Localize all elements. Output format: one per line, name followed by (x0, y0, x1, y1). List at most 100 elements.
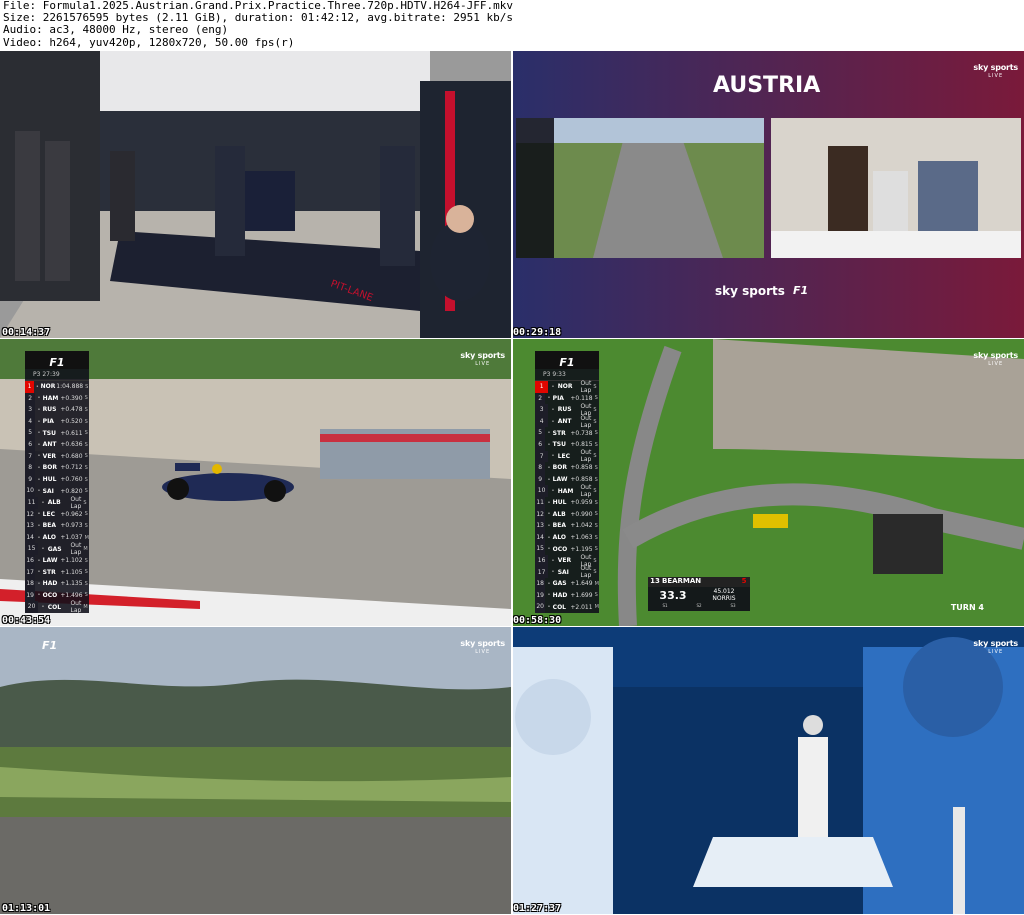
timing-row: 4 • PIA +0.520 S (25, 415, 89, 428)
team-logo-icon: • (547, 592, 551, 599)
tyre-compound: S (594, 546, 598, 553)
timing-driver-code: PIA (552, 394, 564, 402)
team-logo-icon: • (551, 488, 555, 495)
fia-tunnel-scene (513, 627, 1024, 914)
timing-driver-code: GAS (47, 545, 62, 553)
team-logo-icon: • (37, 418, 41, 425)
timing-driver-code: ALO (552, 534, 567, 542)
timing-gap: +0.962 (60, 510, 83, 518)
sky-sports-logo: sky sports LIVE (973, 351, 1018, 367)
tyre-compound: S (594, 430, 598, 437)
timing-row: 20 • COL Out Lap M (25, 600, 89, 614)
tyre-compound: S (84, 464, 88, 471)
timing-position: 11 (25, 496, 39, 509)
timing-gap: Out Lap (70, 495, 82, 510)
tyre-compound: M (594, 604, 599, 611)
tyre-compound: M (83, 604, 88, 611)
timing-position: 16 (25, 554, 36, 567)
tyre-compound: S (84, 406, 88, 413)
tyre-compound: S (84, 511, 88, 518)
timing-row: 14 • ALO +1.063 S (535, 531, 599, 544)
timing-row: 7 • VER +0.680 S (25, 450, 89, 463)
timing-position: 8 (25, 462, 36, 474)
onboard-panel: 13 BEARMAN 5 33.3 45.012 NORRIS S1 S2 S3 (648, 577, 750, 611)
timestamp: 00:14:37 (2, 327, 51, 338)
timing-driver-code: HAM (42, 394, 59, 402)
timing-row: 8 • BOR +0.858 S (535, 462, 599, 474)
timing-driver-code: BEA (552, 522, 566, 530)
tyre-compound: S (84, 453, 88, 460)
thumbnail-2: AUSTRIA sky sports F1 sky sports LIVE 00:… (513, 51, 1024, 338)
audio-line: Audio: ac3, 48000 Hz, stereo (eng) (3, 23, 229, 37)
tyre-compound: S (84, 430, 88, 437)
timing-position: 2 (535, 392, 546, 405)
timing-position: 7 (25, 450, 36, 463)
timing-gap: +0.820 (60, 487, 83, 495)
timing-gap: +0.636 (60, 441, 83, 449)
tyre-compound: S (594, 592, 598, 599)
timing-driver-code: TSU (42, 429, 56, 437)
team-logo-icon: • (37, 534, 41, 541)
timing-gap: +1.042 (570, 522, 593, 530)
timing-position: 15 (25, 543, 39, 555)
reference-time: 45.012 (713, 588, 735, 595)
timing-position: 4 (535, 415, 549, 428)
tyre-compound: S (84, 569, 88, 576)
timing-gap: +0.478 (60, 406, 83, 414)
landscape-scene (0, 627, 511, 914)
timing-row: 3 • RUS +0.478 S (25, 404, 89, 416)
timing-gap: +0.959 (570, 499, 593, 507)
timing-position: 13 (535, 520, 546, 532)
timestamp: 00:58:30 (513, 615, 562, 626)
timing-row: 5 • TSU +0.611 S (25, 427, 89, 439)
team-logo-icon: • (41, 546, 45, 553)
timing-row: 9 • HUL +0.760 S (25, 473, 89, 486)
timing-gap: +0.760 (60, 476, 83, 484)
tyre-compound: S (594, 499, 598, 506)
team-logo-icon: • (551, 383, 555, 390)
garage-scene: PIT-LANE (0, 51, 511, 338)
f1-logo: F1 (559, 356, 575, 369)
video-line: Video: h264, yuv420p, 1280x720, 50.00 fp… (3, 35, 295, 49)
tyre-compound: M (84, 534, 89, 541)
timing-position: 20 (535, 601, 546, 613)
tyre-compound: S (84, 592, 88, 599)
timing-row: 17 • STR +1.105 S (25, 566, 89, 579)
timing-driver-code: GAS (552, 580, 567, 588)
timing-driver-code: OCO (552, 545, 568, 553)
timing-driver-code: LEC (557, 452, 571, 460)
team-logo-icon: • (37, 464, 41, 471)
timing-position: 10 (535, 485, 549, 497)
team-logo-icon: • (547, 395, 551, 402)
austria-banner: AUSTRIA (713, 73, 821, 98)
team-logo-icon: • (547, 476, 551, 483)
team-logo-icon: • (547, 464, 551, 471)
team-logo-icon: • (551, 453, 555, 460)
timing-position: 3 (535, 404, 549, 416)
timing-driver-code: RUS (42, 406, 57, 414)
tyre-compound: S (85, 383, 89, 390)
turn-label: TURN 4 (950, 603, 984, 612)
team-logo-icon: • (41, 604, 45, 611)
tyre-compound: S (84, 418, 88, 425)
timing-gap: Out Lap (580, 565, 592, 580)
timing-position: 10 (25, 485, 36, 497)
timing-row: 18 • HAD +1.135 S (25, 578, 89, 590)
tyre-compound: S (593, 557, 597, 564)
timing-position: 12 (535, 508, 546, 521)
timing-driver-code: HAD (552, 591, 568, 599)
onboard-lap-time: 33.3 (659, 588, 687, 602)
team-logo-icon: • (37, 592, 41, 599)
timing-driver-code: HAD (42, 580, 58, 588)
timing-driver-code: COL (47, 603, 62, 611)
team-logo-icon: • (37, 557, 41, 564)
team-logo-icon: • (37, 406, 41, 413)
tyre-compound: S (594, 534, 598, 541)
timing-gap: 1:04.888 (56, 383, 84, 391)
timing-row: 7 • LEC Out Lap S (535, 449, 599, 463)
timing-driver-code: SAI (557, 568, 569, 576)
timing-gap: +1.699 (570, 591, 593, 599)
timing-driver-code: RUS (557, 406, 572, 414)
timing-driver-code: BOR (552, 464, 567, 472)
timing-gap: Out Lap (580, 414, 592, 429)
